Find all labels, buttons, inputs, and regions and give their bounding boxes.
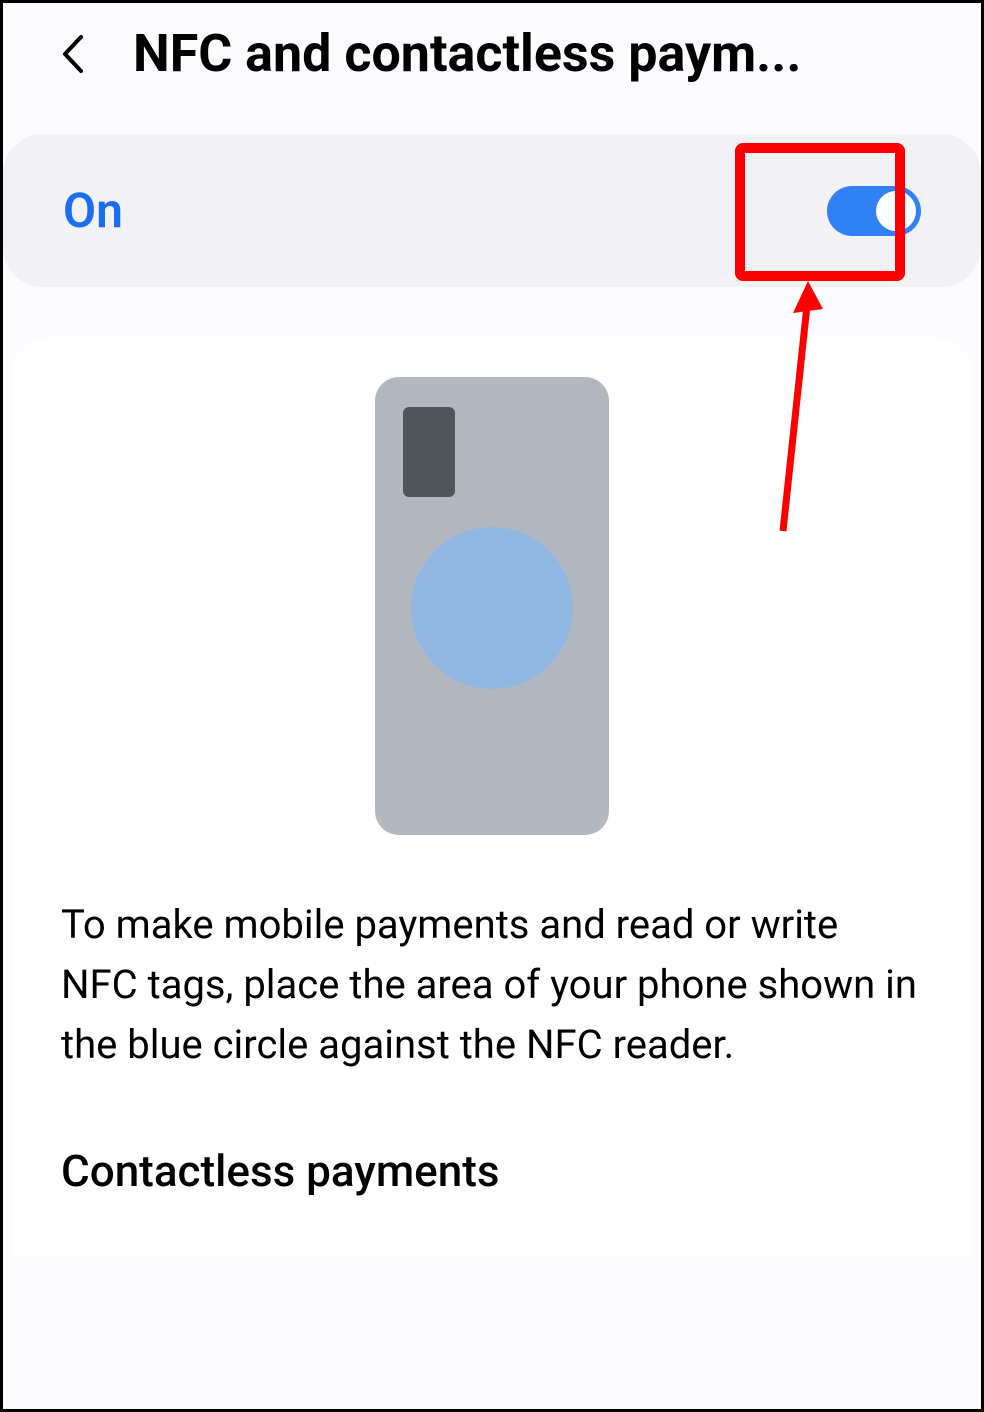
contactless-payments-item[interactable]: Contactless payments (61, 1145, 923, 1197)
info-card: To make mobile payments and read or writ… (11, 337, 973, 1257)
back-icon[interactable] (53, 34, 93, 74)
toggle-status-label: On (63, 182, 123, 239)
header: NFC and contactless paym... (3, 3, 981, 104)
toggle-knob (876, 191, 916, 231)
nfc-description: To make mobile payments and read or writ… (61, 895, 923, 1145)
phone-body-icon (375, 377, 609, 835)
phone-camera-icon (403, 407, 455, 497)
page-title: NFC and contactless paym... (133, 23, 951, 84)
nfc-toggle-card: On (3, 134, 981, 287)
phone-illustration (61, 367, 923, 895)
nfc-toggle-switch[interactable] (827, 186, 921, 236)
nfc-zone-icon (411, 527, 573, 689)
